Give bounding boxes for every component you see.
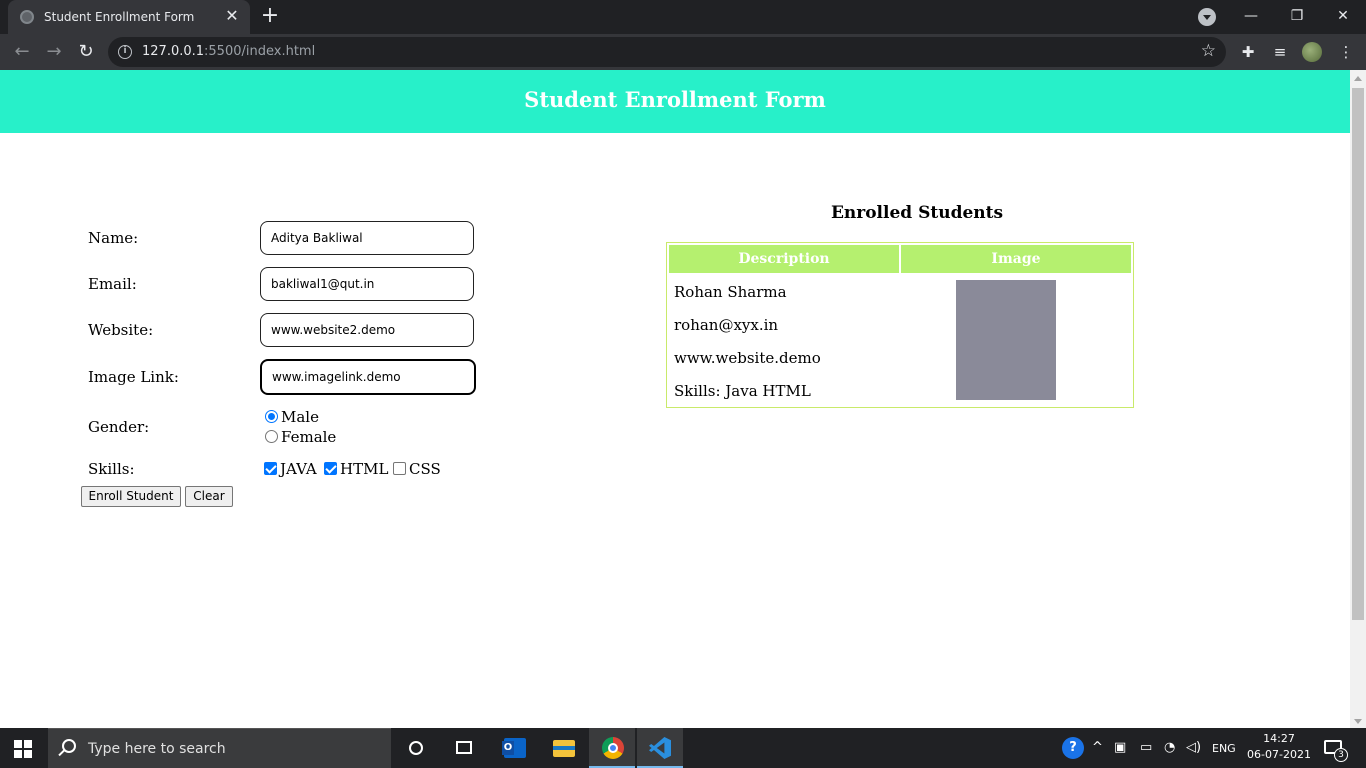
skill-java-checkbox[interactable] bbox=[264, 462, 277, 475]
email-label: Email: bbox=[88, 275, 137, 293]
gender-male-label: Male bbox=[281, 408, 319, 426]
globe-icon bbox=[20, 10, 34, 24]
forward-arrow-icon[interactable]: → bbox=[42, 40, 66, 64]
image-link-input[interactable]: www.imagelink.demo bbox=[260, 359, 476, 395]
scrollbar-thumb[interactable] bbox=[1352, 88, 1364, 620]
scroll-up-arrow-icon[interactable] bbox=[1354, 76, 1362, 81]
gender-label: Gender: bbox=[88, 418, 150, 436]
clock-date: 06-07-2021 bbox=[1247, 748, 1311, 761]
gender-female-radio[interactable] bbox=[265, 430, 278, 443]
restore-button[interactable]: ❐ bbox=[1282, 4, 1312, 28]
enrolled-students-table: Description Image Rohan Sharma rohan@xyx… bbox=[666, 242, 1134, 408]
tab-search-icon[interactable] bbox=[1198, 8, 1216, 26]
minimize-button[interactable]: — bbox=[1236, 4, 1266, 28]
extensions-puzzle-icon[interactable]: ✚ bbox=[1238, 42, 1258, 62]
skill-css-label: CSS bbox=[409, 460, 441, 478]
page-header: Student Enrollment Form bbox=[0, 70, 1350, 133]
column-header-description: Description bbox=[669, 245, 899, 273]
page-viewport: Student Enrollment Form Name: Aditya Bak… bbox=[0, 70, 1350, 728]
skill-html-label: HTML bbox=[340, 460, 389, 478]
tray-device-icon[interactable]: ▣ bbox=[1114, 740, 1126, 755]
tab-title: Student Enrollment Form bbox=[44, 10, 195, 24]
notification-count-badge: 3 bbox=[1334, 748, 1348, 762]
student-name: Rohan Sharma bbox=[674, 283, 787, 301]
skill-html-checkbox[interactable] bbox=[324, 462, 337, 475]
website-label: Website: bbox=[88, 321, 154, 339]
skill-css-checkbox[interactable] bbox=[393, 462, 406, 475]
media-queue-icon[interactable]: ≡ bbox=[1270, 42, 1290, 62]
vscode-icon[interactable] bbox=[637, 728, 683, 768]
chrome-icon[interactable] bbox=[589, 728, 635, 768]
name-input[interactable]: Aditya Bakliwal bbox=[260, 221, 474, 255]
battery-icon[interactable]: ▭ bbox=[1140, 740, 1152, 755]
clock-time: 14:27 bbox=[1263, 732, 1295, 745]
scroll-down-arrow-icon[interactable] bbox=[1354, 719, 1362, 724]
help-icon[interactable]: ? bbox=[1062, 737, 1084, 759]
language-indicator[interactable]: ENG bbox=[1212, 742, 1236, 755]
taskbar-search-box[interactable]: Type here to search bbox=[48, 728, 391, 768]
student-skills: Skills: Java HTML bbox=[674, 382, 811, 400]
menu-kebab-icon[interactable]: ⋮ bbox=[1336, 42, 1356, 62]
enrolled-students-title: Enrolled Students bbox=[830, 203, 1004, 223]
browser-toolbar: ← → ↻ i 127.0.0.1:5500/index.html ☆ ✚ ≡ … bbox=[0, 34, 1366, 70]
site-info-icon[interactable]: i bbox=[118, 45, 132, 59]
back-arrow-icon[interactable]: ← bbox=[10, 40, 34, 64]
vertical-scrollbar[interactable] bbox=[1350, 70, 1366, 728]
clear-button[interactable]: Clear bbox=[185, 486, 233, 507]
website-input[interactable]: www.website2.demo bbox=[260, 313, 474, 347]
profile-avatar[interactable] bbox=[1302, 42, 1322, 62]
new-tab-button[interactable]: + bbox=[258, 4, 282, 28]
skills-label: Skills: bbox=[88, 460, 135, 478]
search-icon bbox=[62, 739, 76, 753]
windows-start-icon[interactable] bbox=[14, 740, 32, 758]
student-email: rohan@xyx.in bbox=[674, 316, 779, 334]
tray-chevron-up-icon[interactable]: ^ bbox=[1092, 740, 1103, 755]
url-text[interactable]: 127.0.0.1:5500/index.html bbox=[142, 44, 315, 59]
cortana-icon[interactable] bbox=[394, 728, 440, 768]
column-header-image: Image bbox=[901, 245, 1131, 273]
volume-icon[interactable]: ◁) bbox=[1186, 740, 1201, 755]
gender-female-label: Female bbox=[281, 428, 337, 446]
student-image bbox=[956, 280, 1056, 400]
address-bar[interactable]: i 127.0.0.1:5500/index.html ☆ bbox=[108, 37, 1226, 67]
tab-close-icon[interactable]: ✕ bbox=[222, 6, 242, 26]
window-close-button[interactable]: ✕ bbox=[1328, 4, 1358, 28]
name-label: Name: bbox=[88, 229, 139, 247]
windows-taskbar: Type here to search O ? ^ ▣ ▭ ◔ ◁) ENG 1… bbox=[0, 728, 1366, 768]
outlook-icon[interactable]: O bbox=[491, 728, 537, 768]
image-link-label: Image Link: bbox=[88, 368, 179, 386]
wifi-icon[interactable]: ◔ bbox=[1164, 740, 1175, 755]
reload-icon[interactable]: ↻ bbox=[74, 40, 98, 64]
enroll-student-button[interactable]: Enroll Student bbox=[81, 486, 181, 507]
gender-male-radio[interactable] bbox=[265, 410, 278, 423]
skill-java-label: JAVA bbox=[280, 460, 317, 478]
task-view-icon[interactable] bbox=[441, 728, 487, 768]
student-website: www.website.demo bbox=[674, 349, 821, 367]
tab-student-enrollment[interactable]: Student Enrollment Form ✕ bbox=[8, 0, 250, 34]
bookmark-star-icon[interactable]: ☆ bbox=[1201, 41, 1216, 61]
taskbar-search-placeholder: Type here to search bbox=[88, 741, 226, 757]
email-input[interactable]: bakliwal1@qut.in bbox=[260, 267, 474, 301]
clock[interactable]: 14:27 06-07-2021 bbox=[1244, 731, 1314, 763]
file-explorer-icon[interactable] bbox=[541, 728, 587, 768]
browser-tab-strip: Student Enrollment Form ✕ + — ❐ ✕ bbox=[0, 0, 1366, 34]
